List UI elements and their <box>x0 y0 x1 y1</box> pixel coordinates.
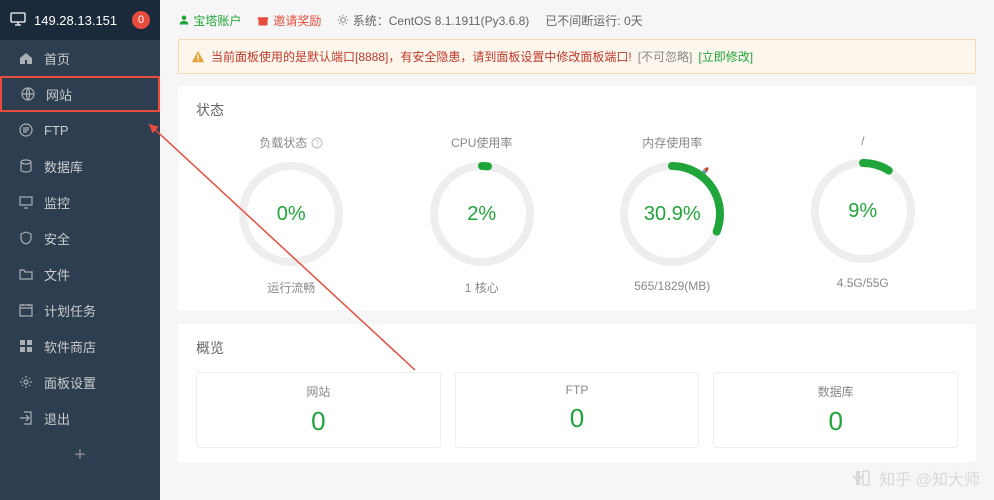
gear-icon <box>18 374 34 390</box>
overview-card[interactable]: 数据库 0 <box>713 372 958 448</box>
watermark: 知乎 @知大师 <box>851 466 980 490</box>
sidebar-item-label: 文件 <box>44 265 70 284</box>
overview-card-value: 0 <box>724 406 947 437</box>
schedule-icon <box>18 302 34 318</box>
system-info: 系统：CentOS 8.1.1911(Py3.6.8) <box>337 12 529 29</box>
status-title: 状态 <box>196 100 958 120</box>
sidebar-item-label: 监控 <box>44 193 70 212</box>
overview-card-value: 0 <box>466 403 689 434</box>
topbar: 宝塔账户 邀请奖励 系统：CentOS 8.1.1911(Py3.6.8) 已不… <box>178 12 976 29</box>
sidebar-item-db[interactable]: 数据库 <box>0 148 160 184</box>
sidebar-item-label: 首页 <box>44 49 70 68</box>
security-alert: 当前面板使用的是默认端口[8888]，有安全隐患，请到面板设置中修改面板端口! … <box>178 39 976 74</box>
sidebar-item-label: FTP <box>44 123 69 138</box>
sidebar-item-label: 面板设置 <box>44 373 96 392</box>
overview-card-value: 0 <box>207 406 430 437</box>
gauge-title: 负载状态 ? <box>216 134 366 151</box>
uptime-info: 已不间断运行: 0天 <box>545 12 642 29</box>
monitor-icon <box>18 194 34 210</box>
gauge[interactable]: 内存使用率 🚀 30.9% 565/1829(MB) <box>597 134 747 296</box>
sidebar-item-label: 计划任务 <box>44 301 96 320</box>
info-icon: ? <box>311 137 323 149</box>
exit-icon <box>18 410 34 426</box>
status-panel: 状态 负载状态 ? 0% 运行流畅CPU使用率 2% 1 核心内存使用率 🚀 3… <box>178 86 976 310</box>
home-icon <box>18 50 34 66</box>
globe-icon <box>20 86 36 102</box>
add-menu-button[interactable]: + <box>0 436 160 475</box>
gauge-value: 2% <box>427 159 537 269</box>
sidebar-item-exit[interactable]: 退出 <box>0 400 160 436</box>
alert-text: 当前面板使用的是默认端口[8888]，有安全隐患，请到面板设置中修改面板端口! <box>211 48 632 65</box>
sidebar-item-label: 网站 <box>46 85 72 104</box>
main-content: 宝塔账户 邀请奖励 系统：CentOS 8.1.1911(Py3.6.8) 已不… <box>160 0 994 500</box>
overview-card[interactable]: 网站 0 <box>196 372 441 448</box>
folder-icon <box>18 266 34 282</box>
sidebar-item-label: 安全 <box>44 229 70 248</box>
gauge-title: CPU使用率 <box>407 134 557 151</box>
gauge-subtitle: 1 核心 <box>407 279 557 296</box>
gauge[interactable]: / 9% 4.5G/55G <box>788 134 938 296</box>
gauge-subtitle: 4.5G/55G <box>788 276 938 290</box>
sidebar-item-monitor[interactable]: 监控 <box>0 184 160 220</box>
sidebar-item-label: 软件商店 <box>44 337 96 356</box>
overview-card-label: FTP <box>466 383 689 397</box>
server-ip: 149.28.13.151 <box>34 13 124 28</box>
sidebar: 149.28.13.151 0 首页网站 FTP 数据库监控安全文件计划任务软件商店… <box>0 0 160 500</box>
sidebar-item-gear[interactable]: 面板设置 <box>0 364 160 400</box>
alert-note: [不可忽略] <box>638 48 693 65</box>
overview-panel: 概览 网站 0 FTP 0 数据库 0 <box>178 324 976 462</box>
gauge[interactable]: CPU使用率 2% 1 核心 <box>407 134 557 296</box>
sidebar-item-shield[interactable]: 安全 <box>0 220 160 256</box>
overview-card-label: 网站 <box>207 383 430 400</box>
sidebar-item-label: 退出 <box>44 409 70 428</box>
svg-text:?: ? <box>315 139 320 148</box>
ftp-icon <box>18 122 34 138</box>
gauge-subtitle: 运行流畅 <box>216 279 366 296</box>
notification-badge[interactable]: 0 <box>132 11 150 29</box>
sidebar-header: 149.28.13.151 0 <box>0 0 160 40</box>
gauge-value: 0% <box>236 159 346 269</box>
sidebar-item-home[interactable]: 首页 <box>0 40 160 76</box>
sidebar-item-ftp[interactable]: FTP <box>0 112 160 148</box>
overview-title: 概览 <box>196 338 958 358</box>
shield-icon <box>18 230 34 246</box>
sidebar-item-grid[interactable]: 软件商店 <box>0 328 160 364</box>
gauge-title: 内存使用率 <box>597 134 747 151</box>
gauge-value: 30.9% <box>617 159 727 269</box>
overview-card-label: 数据库 <box>724 383 947 400</box>
gauge-value: 9% <box>808 156 918 266</box>
sidebar-item-label: 数据库 <box>44 157 83 176</box>
invite-link[interactable]: 邀请奖励 <box>257 12 321 29</box>
sidebar-item-globe[interactable]: 网站 <box>0 76 160 112</box>
gauge-subtitle: 565/1829(MB) <box>597 279 747 293</box>
overview-card[interactable]: FTP 0 <box>455 372 700 448</box>
sidebar-item-schedule[interactable]: 计划任务 <box>0 292 160 328</box>
monitor-icon <box>10 11 26 30</box>
gauge-title: / <box>788 134 938 148</box>
sidebar-item-folder[interactable]: 文件 <box>0 256 160 292</box>
alert-action[interactable]: [立即修改] <box>698 48 753 65</box>
grid-icon <box>18 338 34 354</box>
db-icon <box>18 158 34 174</box>
account-link[interactable]: 宝塔账户 <box>178 12 241 29</box>
gauge[interactable]: 负载状态 ? 0% 运行流畅 <box>216 134 366 296</box>
warning-icon <box>191 50 205 64</box>
